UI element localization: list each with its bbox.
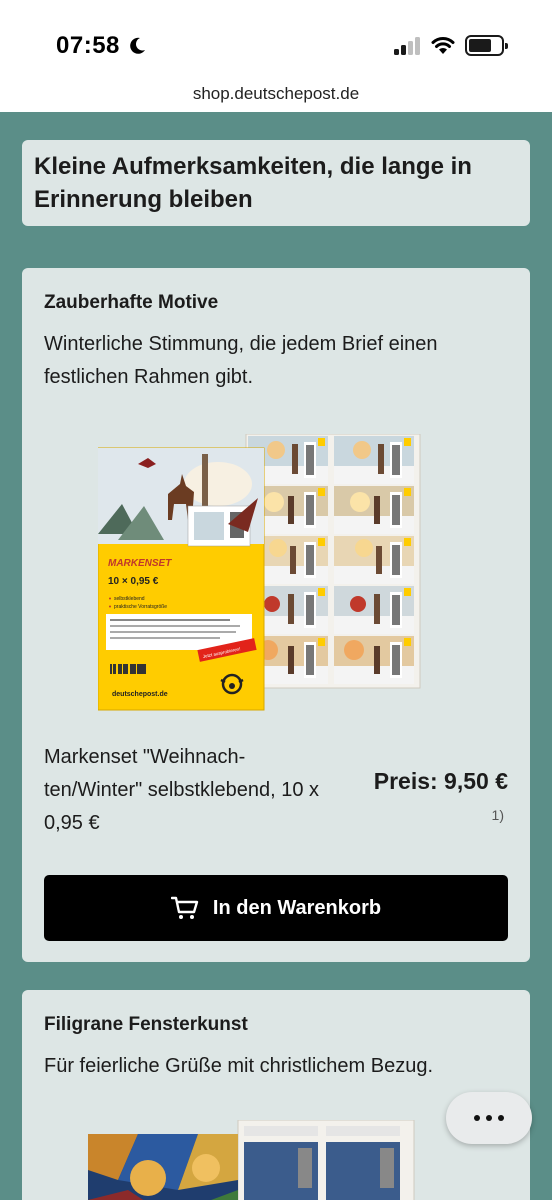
status-time: 07:58 — [56, 32, 120, 59]
intro-banner: Kleine Aufmerksamkeiten, die lange in Er… — [22, 140, 530, 226]
add-to-cart-label: In den Warenkorb — [212, 896, 382, 919]
moon-icon — [130, 37, 145, 54]
brand-text: deutschepost.de — [112, 691, 168, 698]
price-footnote[interactable]: 1) — [492, 807, 504, 823]
set-bullet: praktische Vorratsgröße — [114, 604, 167, 610]
more-dot-icon — [474, 1115, 480, 1121]
stamp-set-image[interactable]: MARKENSET 10 × 0,95 € selbstklebend prak… — [98, 434, 428, 714]
more-dot-icon — [498, 1115, 504, 1121]
set-title: MARKENSET — [108, 558, 172, 569]
status-bar: 07:58 — [0, 0, 552, 86]
product-description: Für feierliche Grüße mit christlichem Be… — [44, 1055, 434, 1077]
cellular-signal-icon — [394, 37, 424, 55]
product-description: Winterliche Stimmung, die jedem Brief ei… — [44, 333, 438, 388]
product-heading: Filigrane Fensterkunst — [44, 1014, 248, 1035]
add-to-cart-button[interactable]: In den Warenkorb — [44, 875, 508, 941]
page-title: Kleine Aufmerksamkeiten, die lange in Er… — [34, 153, 472, 213]
set-bullet: selbstklebend — [114, 596, 145, 602]
product-price: Preis: 9,50 € — [373, 768, 508, 794]
set-value: 10 × 0,95 € — [108, 576, 159, 587]
stained-glass-stamp-image[interactable] — [88, 1120, 418, 1200]
product-name[interactable]: Markenset "Weihnach-ten/Winter" selbstkl… — [44, 741, 324, 840]
address-bar[interactable]: shop.deutschepost.de — [0, 84, 552, 112]
battery-icon — [465, 35, 508, 56]
more-options-button[interactable] — [446, 1092, 532, 1144]
cart-icon — [170, 896, 199, 919]
url-text: shop.deutschepost.de — [192, 84, 360, 103]
product-card: Zauberhafte Motive Winterliche Stimmung,… — [22, 268, 530, 962]
wifi-icon — [431, 37, 455, 54]
product-heading: Zauberhafte Motive — [44, 292, 219, 313]
product-card: Filigrane Fensterkunst Für feierliche Gr… — [22, 990, 530, 1200]
more-dot-icon — [486, 1115, 492, 1121]
